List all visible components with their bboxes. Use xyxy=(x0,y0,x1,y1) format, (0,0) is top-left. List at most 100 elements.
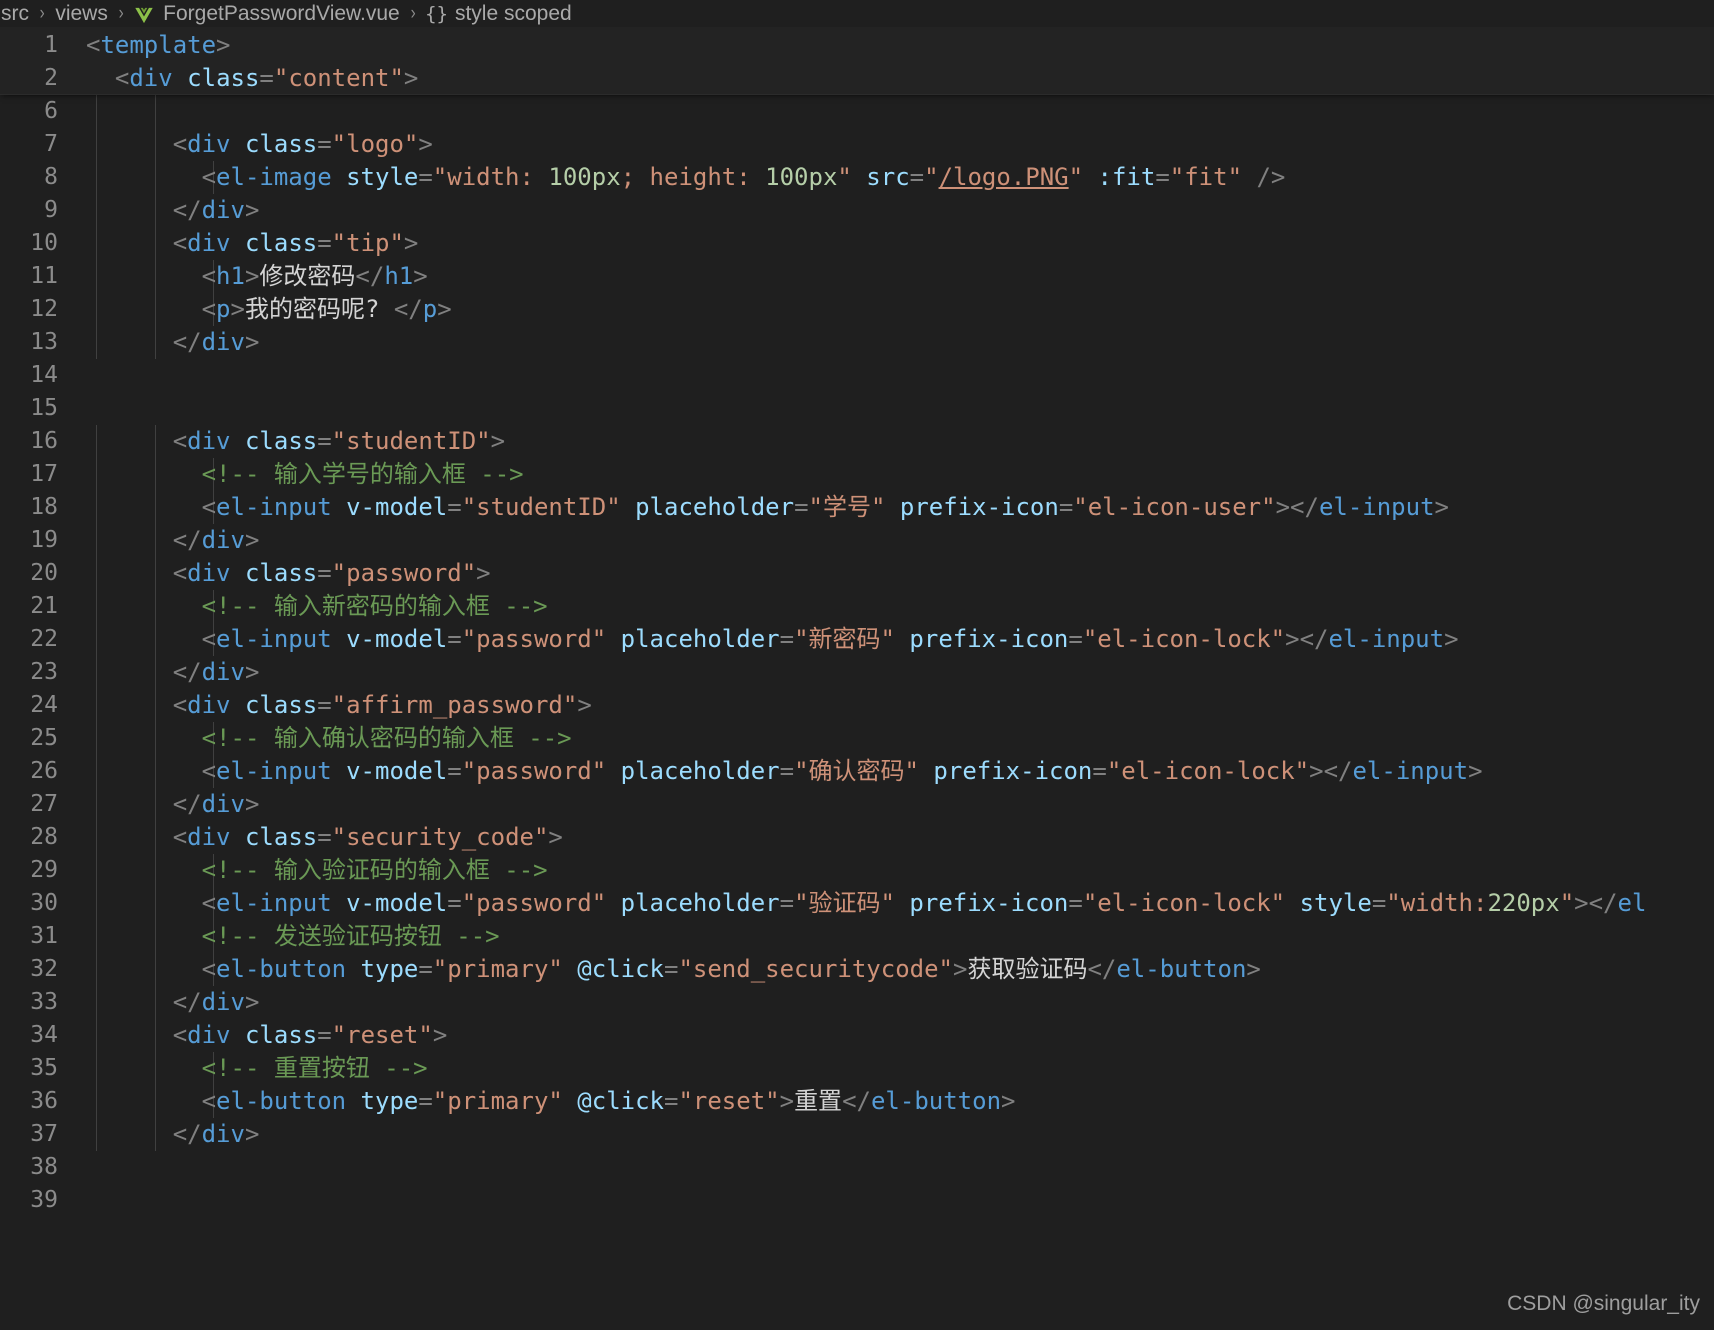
code-line[interactable]: 25 <!-- 输入确认密码的输入框 --> xyxy=(0,722,1714,755)
code-line[interactable]: 14 xyxy=(0,359,1714,392)
token-tag: div xyxy=(201,328,245,356)
line-number: 30 xyxy=(30,890,58,916)
token-text: 重置 xyxy=(794,1087,843,1115)
token-str: " xyxy=(1559,889,1575,917)
code-line[interactable]: 8 <el-image style="width: 100px; height:… xyxy=(0,161,1714,194)
token-punc: </ xyxy=(86,328,202,356)
code-line[interactable]: 22 <el-input v-model="password" placehol… xyxy=(0,623,1714,656)
code-line[interactable]: 15 xyxy=(0,392,1714,425)
code-line[interactable]: 28 <div class="security_code"> xyxy=(0,821,1714,854)
code-line[interactable]: 38 xyxy=(0,1151,1714,1184)
token-attr: prefix-icon xyxy=(909,889,1069,917)
code-line[interactable]: 7 <div class="logo"> xyxy=(0,128,1714,161)
code-line[interactable]: 18 <el-input v-model="studentID" placeho… xyxy=(0,491,1714,524)
code-line[interactable]: 26 <el-input v-model="password" placehol… xyxy=(0,755,1714,788)
code-line[interactable]: 13 </div> xyxy=(0,326,1714,359)
token-tag: el-button xyxy=(216,955,347,983)
token-punc: < xyxy=(86,1021,188,1049)
breadcrumb-separator: › xyxy=(39,2,45,24)
code-line[interactable]: 35 <!-- 重置按钮 --> xyxy=(0,1052,1714,1085)
token-str: "el-icon-lock" xyxy=(1082,625,1286,653)
line-number: 12 xyxy=(30,296,58,322)
token-punc: = xyxy=(1068,625,1083,653)
token-punc: </ xyxy=(86,988,202,1016)
token-attr: v-model xyxy=(346,493,448,521)
code-text: </div> xyxy=(86,194,260,227)
code-line[interactable]: 24 <div class="affirm_password"> xyxy=(0,689,1714,722)
token-attr: class xyxy=(187,64,260,92)
code-line[interactable]: 11 <h1>修改密码</h1> xyxy=(0,260,1714,293)
breadcrumb-item-src[interactable]: src xyxy=(0,2,30,26)
token-str: "reset" xyxy=(678,1087,780,1115)
code-lines[interactable]: 67 <div class="logo"> 8 <el-image style="… xyxy=(0,27,1714,1330)
code-line[interactable]: 33 </div> xyxy=(0,986,1714,1019)
breadcrumb-item-symbol[interactable]: style scoped xyxy=(454,2,573,26)
code-line[interactable]: 31 <!-- 发送验证码按钮 --> xyxy=(0,920,1714,953)
token-tag: div xyxy=(187,823,231,851)
token-attr: prefix-icon xyxy=(899,493,1059,521)
token-str: "reset" xyxy=(331,1021,433,1049)
token-attr: style xyxy=(1299,889,1372,917)
line-number: 11 xyxy=(30,263,58,289)
code-line[interactable]: 23 </div> xyxy=(0,656,1714,689)
token-tag: el-input xyxy=(216,757,332,785)
code-line[interactable]: 39 xyxy=(0,1184,1714,1217)
code-line[interactable]: 17 <!-- 输入学号的输入框 --> xyxy=(0,458,1714,491)
line-number: 19 xyxy=(30,527,58,553)
code-line[interactable]: 6 xyxy=(0,95,1714,128)
code-line[interactable]: 19 </div> xyxy=(0,524,1714,557)
code-line[interactable]: 1 <template> xyxy=(0,29,1714,62)
token-punc: > xyxy=(548,823,563,851)
line-number: 22 xyxy=(30,626,58,652)
code-line[interactable]: 12 <p>我的密码呢? </p> xyxy=(0,293,1714,326)
token-punc: > xyxy=(1434,493,1449,521)
breadcrumb-item-views[interactable]: views xyxy=(54,2,109,26)
token-str: "send_securitycode" xyxy=(678,955,953,983)
line-number: 25 xyxy=(30,725,58,751)
line-number: 9 xyxy=(44,197,58,223)
token-punc: </ xyxy=(86,658,202,686)
breadcrumb-separator: › xyxy=(410,2,416,24)
token-punc: </ xyxy=(842,1087,871,1115)
watermark: CSDN @singular_ity xyxy=(1507,1292,1700,1315)
code-line[interactable]: 29 <!-- 输入验证码的输入框 --> xyxy=(0,854,1714,887)
code-line[interactable]: 30 <el-input v-model="password" placehol… xyxy=(0,887,1714,920)
token-punc: = xyxy=(317,691,332,719)
token-punc: > xyxy=(1246,955,1261,983)
line-number: 1 xyxy=(44,32,58,58)
code-line[interactable]: 21 <!-- 输入新密码的输入框 --> xyxy=(0,590,1714,623)
code-text: </div> xyxy=(86,1118,260,1151)
code-text: </div> xyxy=(86,986,260,1019)
token-punc: > xyxy=(244,658,260,686)
code-line[interactable]: 32 <el-button type="primary" @click="sen… xyxy=(0,953,1714,986)
token-str: "验证码" xyxy=(794,889,895,917)
code-line[interactable]: 9 </div> xyxy=(0,194,1714,227)
code-line[interactable]: 16 <div class="studentID"> xyxy=(0,425,1714,458)
breadcrumb-item-file[interactable]: ForgetPasswordView.vue xyxy=(162,2,401,26)
code-line[interactable]: 2 <div class="content"> xyxy=(0,62,1714,95)
code-line[interactable]: 27 </div> xyxy=(0,788,1714,821)
token-tag: div xyxy=(201,196,245,224)
code-line[interactable]: 36 <el-button type="primary" @click="res… xyxy=(0,1085,1714,1118)
token-tag: div xyxy=(201,1120,245,1148)
token-num: 100px xyxy=(548,163,621,191)
code-line[interactable]: 37 </div> xyxy=(0,1118,1714,1151)
code-line[interactable]: 34 <div class="reset"> xyxy=(0,1019,1714,1052)
token-punc: > xyxy=(577,691,592,719)
code-line[interactable]: 10 <div class="tip"> xyxy=(0,227,1714,260)
token-punc: < xyxy=(86,955,217,983)
line-number: 34 xyxy=(30,1022,58,1048)
code-line[interactable]: 20 <div class="password"> xyxy=(0,557,1714,590)
token-punc: ></ xyxy=(1285,625,1329,653)
token-attr: class xyxy=(244,823,318,851)
token-punc: = xyxy=(317,823,332,851)
token-punc: > xyxy=(244,262,260,290)
code-editor[interactable]: 67 <div class="logo"> 8 <el-image style="… xyxy=(0,27,1714,1330)
code-text: </div> xyxy=(86,524,260,557)
